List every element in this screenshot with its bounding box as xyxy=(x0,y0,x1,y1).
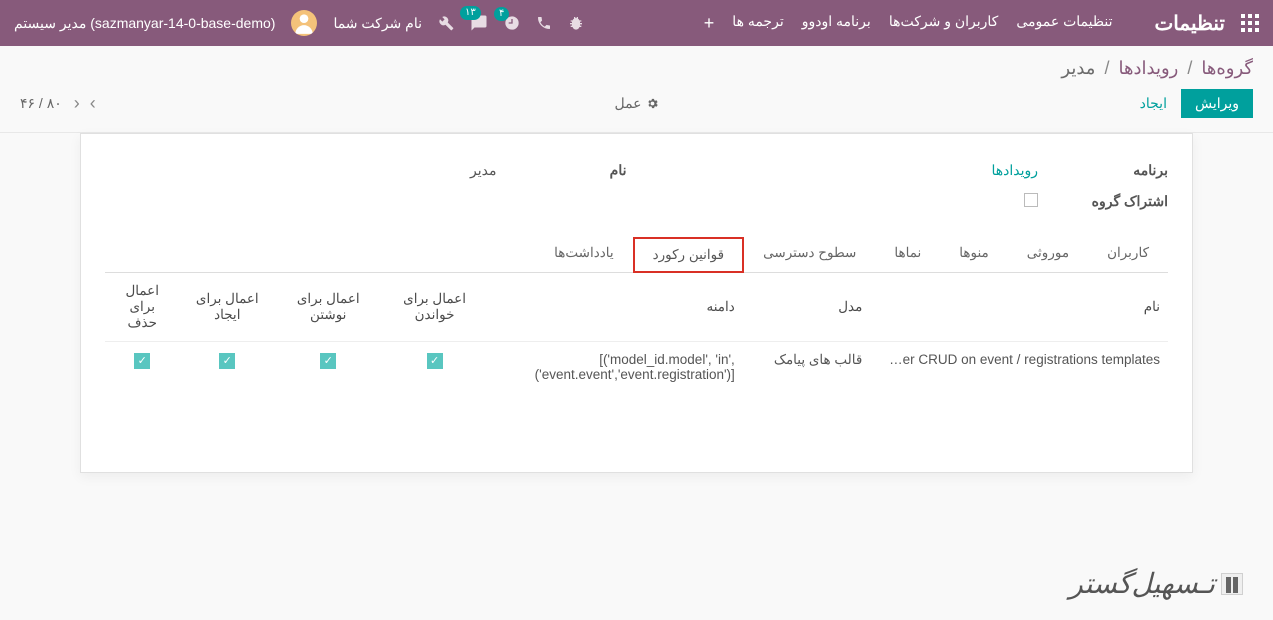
tab-menus[interactable]: منوها xyxy=(940,236,1008,272)
label-app: برنامه xyxy=(1058,162,1168,179)
menu-users-companies[interactable]: کاربران و شرکت‌ها xyxy=(889,13,999,34)
tab-notes[interactable]: یادداشت‌ها xyxy=(535,236,632,272)
bug-icon[interactable] xyxy=(568,15,584,31)
checkbox-share[interactable] xyxy=(1024,193,1038,207)
phone-icon[interactable] xyxy=(536,15,552,31)
field-name: مدیر xyxy=(105,162,497,179)
activities-icon[interactable]: ۴ xyxy=(504,15,520,31)
tabs: کاربران موروثی منوها نماها سطوح دسترسی ق… xyxy=(105,236,1168,273)
checkbox-read[interactable] xyxy=(427,353,443,369)
record-rules-table: نام مدل دامنه اعمال برای خواندن اعمال بر… xyxy=(105,273,1168,392)
main-menu: تنظیمات عمومی کاربران و شرکت‌ها برنامه ا… xyxy=(704,13,1113,34)
breadcrumb-root[interactable]: گروه‌ها xyxy=(1201,58,1253,78)
vendor-logo-text: تـسهیل‌گستر xyxy=(1069,567,1215,600)
tab-record-rules[interactable]: قوانین رکورد xyxy=(633,237,745,273)
pager-next[interactable]: ‹ xyxy=(90,93,96,114)
breadcrumb-current: مدیر xyxy=(1061,58,1095,78)
label-name: نام xyxy=(517,162,627,179)
app-title: تنظیمات xyxy=(1154,11,1225,36)
menu-odoo-app[interactable]: برنامه اودوو xyxy=(802,13,871,34)
pager: ۴۶ / ۸۰ › ‹ xyxy=(20,93,96,114)
control-bar: ویرایش ایجاد عمل ۴۶ / ۸۰ › ‹ xyxy=(0,85,1273,133)
table-row[interactable]: …er CRUD on event / registrations templa… xyxy=(105,342,1168,393)
company-switcher[interactable]: نام شرکت شما xyxy=(333,15,422,32)
vendor-logo: تـسهیل‌گستر xyxy=(1069,567,1243,600)
checkbox-delete[interactable] xyxy=(134,353,150,369)
messages-badge: ۱۳ xyxy=(460,6,481,20)
apps-grid-icon[interactable] xyxy=(1241,14,1259,32)
messages-icon[interactable]: ۱۳ xyxy=(470,14,488,32)
form-sheet: برنامه رویدادها نام مدیر اشتراک گروه کار… xyxy=(80,133,1193,473)
navbar-right: ۴ ۱۳ نام شرکت شما مدیر سیستم (sazmanyar-… xyxy=(14,10,584,36)
cell-domain: [('model_id.model', 'in', ('event.event'… xyxy=(488,342,743,393)
checkbox-create[interactable] xyxy=(219,353,235,369)
th-model: مدل xyxy=(743,273,871,342)
th-domain: دامنه xyxy=(488,273,743,342)
th-delete: اعمال برای حذف xyxy=(105,273,179,342)
cell-model: قالب های پیامک xyxy=(743,342,871,393)
th-create: اعمال برای ایجاد xyxy=(179,273,275,342)
menu-new[interactable]: + xyxy=(704,13,715,34)
vendor-logo-icon xyxy=(1221,573,1243,595)
breadcrumb-mid[interactable]: رویدادها xyxy=(1119,58,1179,78)
field-app[interactable]: رویدادها xyxy=(991,162,1038,178)
action-menu[interactable]: عمل xyxy=(614,95,658,112)
tab-users[interactable]: کاربران xyxy=(1088,236,1168,272)
pager-prev[interactable]: › xyxy=(74,93,80,114)
cell-name: …er CRUD on event / registrations templa… xyxy=(870,342,1168,393)
th-name: نام xyxy=(870,273,1168,342)
settings-wrench-icon[interactable] xyxy=(438,15,454,31)
user-menu[interactable]: مدیر سیستم (sazmanyar-14-0-base-demo) xyxy=(14,15,275,32)
tab-views[interactable]: نماها xyxy=(875,236,940,272)
label-share: اشتراک گروه xyxy=(1058,193,1168,210)
edit-button[interactable]: ویرایش xyxy=(1181,89,1253,118)
gear-icon xyxy=(646,97,659,110)
menu-general-settings[interactable]: تنظیمات عمومی xyxy=(1016,13,1112,34)
menu-translations[interactable]: ترجمه ها xyxy=(732,13,783,34)
breadcrumb: گروه‌ها / رویدادها / مدیر xyxy=(0,46,1273,85)
checkbox-write[interactable] xyxy=(320,353,336,369)
th-read: اعمال برای خواندن xyxy=(381,273,487,342)
th-write: اعمال برای نوشتن xyxy=(275,273,381,342)
action-label: عمل xyxy=(614,95,641,112)
user-avatar-icon[interactable] xyxy=(291,10,317,36)
top-navbar: تنظیمات تنظیمات عمومی کاربران و شرکت‌ها … xyxy=(0,0,1273,46)
create-button[interactable]: ایجاد xyxy=(1126,89,1181,118)
tab-inherited[interactable]: موروثی xyxy=(1008,236,1088,272)
pager-text: ۴۶ / ۸۰ xyxy=(20,95,62,112)
tab-access-rights[interactable]: سطوح دسترسی xyxy=(744,236,875,272)
